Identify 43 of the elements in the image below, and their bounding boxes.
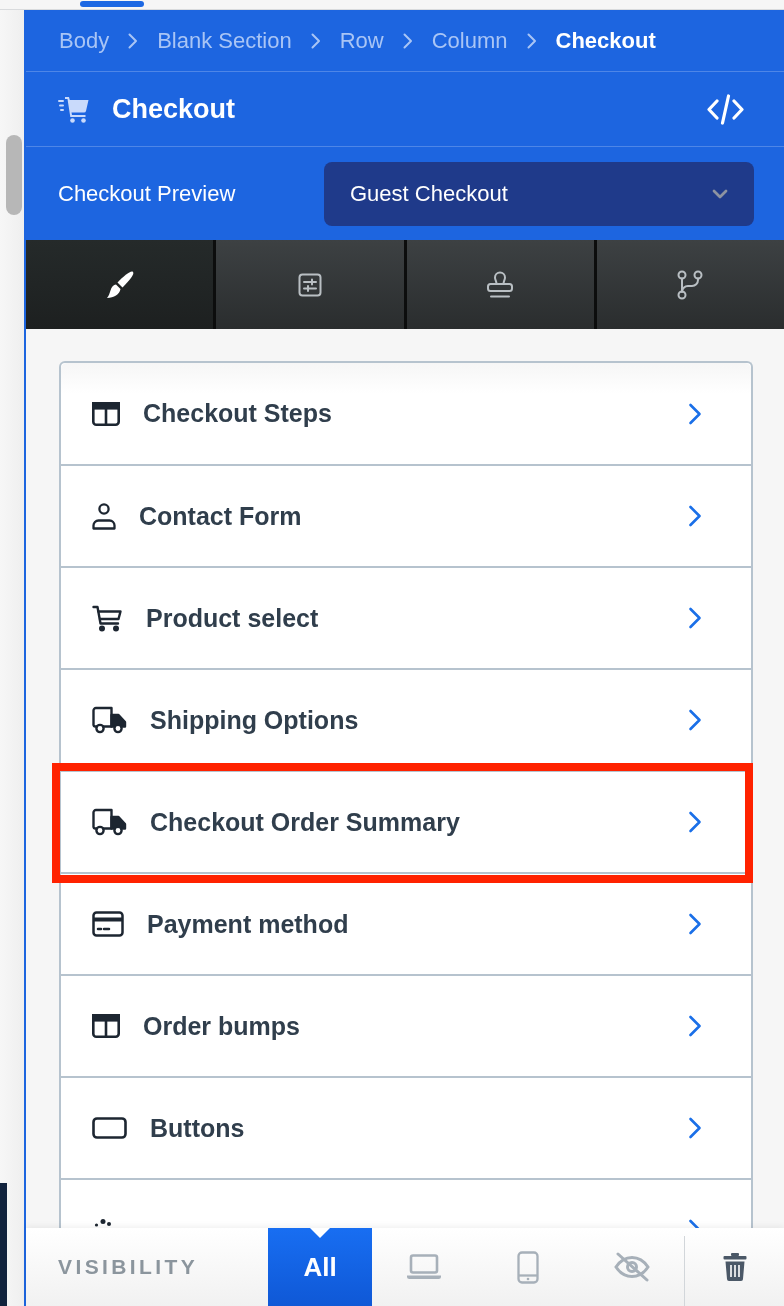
cart-icon [92, 604, 123, 632]
chevron-right-icon [402, 32, 413, 49]
chevron-right-icon [688, 402, 702, 425]
panel-tab[interactable] [26, 240, 214, 329]
person-icon [92, 502, 116, 530]
branch-icon [677, 269, 704, 300]
truck-icon [92, 706, 127, 734]
fast-cart-icon [58, 95, 89, 123]
chevron-right-icon [310, 32, 321, 49]
truck-icon [92, 808, 127, 836]
chevron-right-icon [688, 1015, 702, 1037]
panel-tab[interactable] [406, 240, 594, 329]
chevron-right-icon [688, 811, 702, 833]
panel-tab[interactable] [216, 240, 404, 329]
mobile-phone-icon [517, 1250, 539, 1284]
code-icon[interactable] [707, 93, 744, 125]
chevron-right-icon [688, 1117, 702, 1139]
chevron-right-icon [688, 607, 702, 629]
columns-icon [92, 401, 120, 426]
paint-brush-icon [104, 269, 135, 300]
hidden-eye-icon [614, 1252, 650, 1282]
trash-icon[interactable] [722, 1253, 747, 1281]
breadcrumb-current[interactable]: Checkout [555, 27, 656, 54]
scrollbar-thumb[interactable] [6, 135, 22, 215]
visibility-label: VISIBILITY [57, 1255, 200, 1279]
tab-indicator [80, 1, 144, 7]
chevron-right-icon [128, 32, 139, 49]
visibility-option[interactable]: All [268, 1228, 372, 1306]
sliders-icon [297, 272, 322, 297]
chevron-right-icon [526, 32, 537, 49]
preview-select[interactable]: Guest Checkout [324, 161, 754, 226]
chevron-right-icon [688, 709, 702, 731]
chevron-down-icon [712, 188, 728, 199]
rectangle-icon [92, 1117, 127, 1139]
stamp-icon [485, 270, 516, 299]
panel-tab[interactable] [596, 240, 784, 329]
chevron-right-icon [688, 913, 702, 935]
chevron-right-icon [688, 505, 702, 527]
preview-label: Checkout Preview [58, 180, 236, 207]
credit-card-icon [92, 911, 124, 937]
laptop-icon [406, 1254, 442, 1280]
columns-icon [92, 1014, 120, 1038]
panel-title: Checkout [112, 93, 236, 125]
